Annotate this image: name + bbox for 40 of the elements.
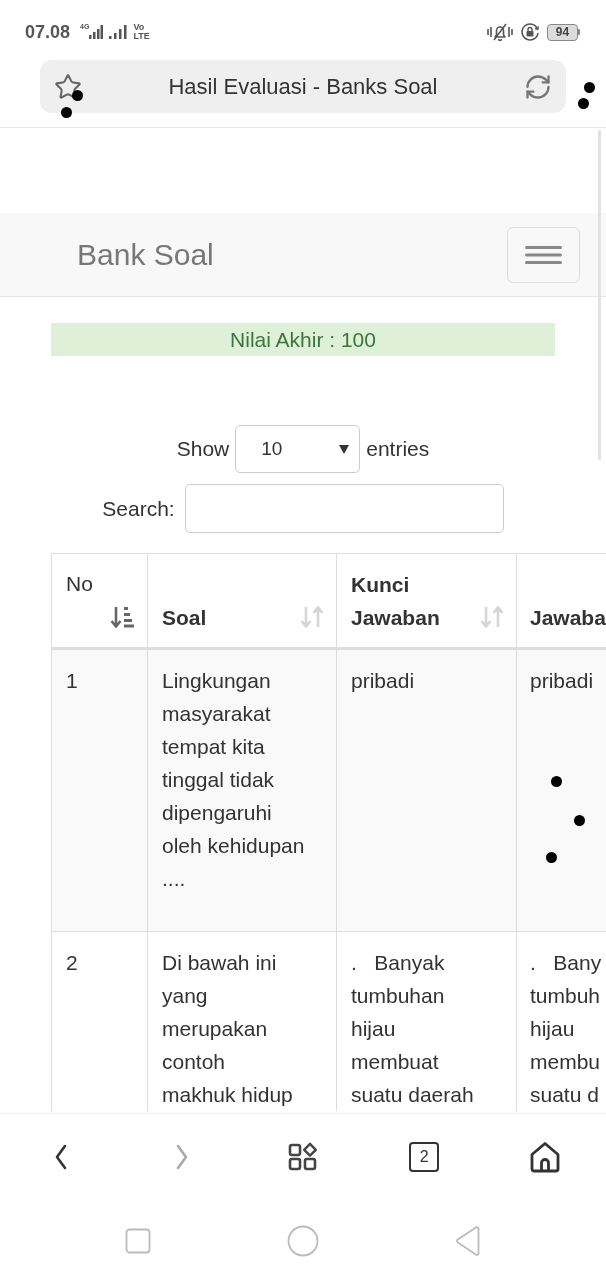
battery-indicator: 94 [547,23,580,41]
volte-label: LTE [133,32,150,41]
square-icon [125,1227,151,1254]
search-label: Search: [102,495,175,522]
signal-icon [89,25,104,39]
search-field[interactable] [184,484,504,533]
star-icon [54,72,82,101]
menu-button[interactable] [507,226,580,283]
bookmark-button[interactable] [54,72,82,101]
refresh-icon [524,72,552,101]
reload-button[interactable] [524,72,552,101]
apps-grid-icon [288,1141,318,1172]
rotation-lock-icon [520,22,540,42]
page-title: Hasil Evaluasi - Banks Soal [168,75,438,98]
entries-label: entries [366,436,430,463]
recent-apps-button[interactable] [125,1227,151,1254]
chevron-left-icon [53,1143,68,1170]
table-cell: 2 [51,931,148,1111]
chevron-right-icon [174,1143,189,1170]
vibrate-bell-off-icon [487,22,513,42]
caret-down-icon [339,444,350,454]
score-alert: Nilai Akhir : 100 [51,323,555,356]
navbar-brand[interactable]: Bank Soal [77,239,214,270]
house-icon [529,1140,562,1173]
table-cell: pribadi [336,648,517,932]
tab-switcher-button[interactable]: 2 [409,1141,440,1172]
menu-icon [525,245,562,264]
entries-select[interactable]: 10 [235,425,361,473]
triangle-back-icon [455,1225,481,1256]
show-label: Show [176,436,230,463]
table-cell: Lingkungan masyarakat tempat kita tinggal tidak dipengaruhi oleh kehidupan .... [147,648,337,932]
table-cell: 1 [51,648,148,932]
volte-label: Vo [133,23,145,32]
signal-icon [109,25,128,39]
system-back-button[interactable] [455,1225,481,1256]
status-time: 07.08 [25,23,71,41]
system-home-button[interactable] [287,1224,319,1257]
table-cell: . Bany tumbuh hijau membu suatu d [516,931,606,1111]
address-bar[interactable]: Hasil Evaluasi - Banks Soal [40,60,566,113]
circle-icon [287,1224,319,1257]
